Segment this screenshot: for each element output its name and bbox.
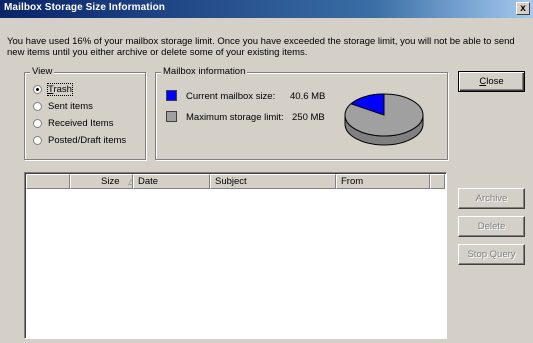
radio-posted-draft-items[interactable]: Posted/Draft items [33, 134, 126, 146]
column-header-date[interactable]: Date [133, 174, 210, 189]
radio-button-icon[interactable] [33, 135, 42, 145]
max-limit-swatch [166, 111, 177, 122]
radio-label-received-items: Received Items [48, 117, 114, 129]
subject-header-label: Subject [215, 176, 247, 187]
view-group-legend: View [30, 66, 55, 77]
column-header-from[interactable]: From [336, 174, 430, 189]
close-label-rest: lose [486, 76, 504, 87]
radio-received-items[interactable]: Received Items [33, 117, 113, 129]
radio-trash[interactable]: Trash [33, 82, 73, 96]
close-button[interactable]: Close [458, 71, 525, 92]
column-header-icon[interactable] [26, 174, 70, 189]
mailbox-storage-dialog: Mailbox Storage Size Information x You h… [0, 0, 533, 343]
max-limit-label: Maximum storage limit: [186, 112, 284, 123]
radio-button-icon[interactable] [33, 118, 42, 128]
radio-sent-items[interactable]: Sent items [33, 100, 93, 112]
current-size-swatch [166, 90, 177, 101]
from-header-label: From [341, 176, 364, 187]
close-window-button[interactable]: x [516, 2, 530, 15]
radio-label-posted-draft-items: Posted/Draft items [48, 134, 127, 146]
radio-button-icon[interactable] [33, 84, 42, 94]
view-group: View Trash Sent items Received Items Pos… [24, 66, 146, 160]
mailbox-info-legend: Mailbox information [161, 66, 248, 77]
usage-pie-chart [344, 93, 424, 146]
delete-button[interactable]: Delete [458, 216, 525, 237]
radio-button-icon[interactable] [33, 101, 42, 111]
mailbox-info-group: Mailbox information Current mailbox size… [155, 66, 448, 160]
column-header-size[interactable]: Size △ [70, 174, 133, 189]
stop-query-label: Stop Query [467, 249, 516, 260]
radio-label-trash: Trash [47, 82, 73, 96]
window-title: Mailbox Storage Size Information [4, 2, 165, 13]
storage-message: You have used 16% of your mailbox storag… [7, 36, 515, 58]
archive-button[interactable]: Archive [458, 188, 525, 209]
size-header-label: Size [101, 176, 120, 187]
delete-label: Delete [477, 221, 506, 232]
max-limit-value: 250 MB [292, 112, 325, 123]
column-header-subject[interactable]: Subject [210, 174, 336, 189]
title-bar: Mailbox Storage Size Information x [0, 0, 533, 18]
column-header-filler [430, 174, 445, 189]
current-size-value: 40.6 MB [290, 91, 326, 102]
date-header-label: Date [138, 176, 159, 187]
stop-query-button[interactable]: Stop Query [458, 244, 525, 265]
current-size-label: Current mailbox size: [186, 91, 276, 102]
label-rest: rash [53, 83, 72, 95]
radio-label-sent-items: Sent items [48, 100, 93, 112]
items-list[interactable]: Size △ Date Subject From [24, 172, 447, 339]
archive-label: Archive [475, 193, 508, 204]
